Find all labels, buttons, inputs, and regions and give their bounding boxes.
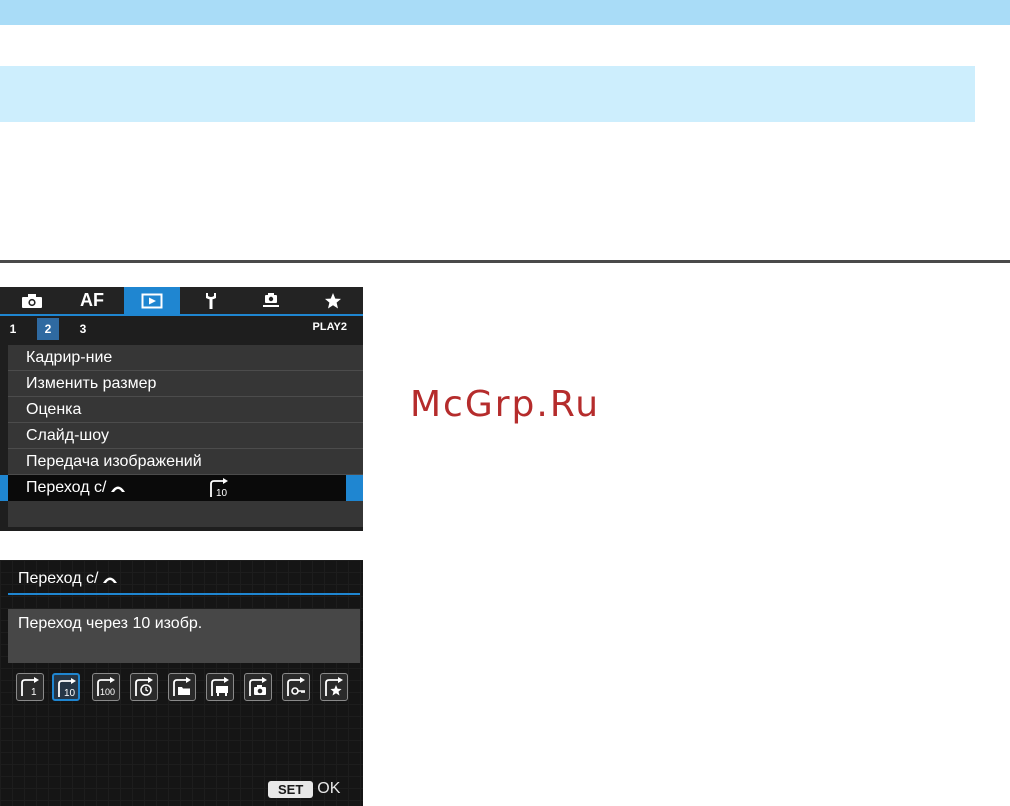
jump-settings-screen: Переход с/ Переход через 10 изобр. 1 10 …: [0, 560, 363, 806]
jump-1-icon: 1: [21, 677, 39, 697]
jump-movies-icon: [211, 677, 229, 696]
option-number: 10: [64, 688, 76, 698]
jump-protected-icon: [287, 677, 305, 696]
set-key-label: SET: [268, 780, 314, 798]
svg-text:10: 10: [216, 488, 228, 498]
tab-playback[interactable]: [124, 287, 180, 314]
jump-folder-icon: [173, 677, 191, 696]
jump-rating-icon: [325, 677, 343, 696]
option-jump-protected[interactable]: [282, 673, 310, 701]
main-dial-icon: [111, 486, 126, 492]
option-jump-1[interactable]: 1: [16, 673, 44, 701]
subtab-2[interactable]: 2: [37, 318, 59, 340]
page-label: PLAY2: [312, 321, 347, 333]
option-jump-date[interactable]: [130, 673, 158, 701]
watermark-text: McGrp.Ru: [410, 384, 601, 425]
tab-my-menu[interactable]: [318, 287, 348, 314]
option-jump-100[interactable]: 100: [92, 673, 120, 701]
tab-af-label: AF: [80, 290, 104, 310]
menu-item-crop[interactable]: Кадрир-ние: [8, 345, 363, 371]
detail-title-text: Переход с/: [18, 570, 99, 587]
menu-item-label: Передача изображений: [26, 452, 202, 470]
divider: [0, 260, 1010, 263]
title-underline: [8, 593, 360, 595]
playback-icon: [141, 293, 163, 308]
description-box: Переход через 10 изобр.: [8, 609, 360, 663]
menu-item-label: Слайд-шоу: [26, 426, 109, 444]
menu-item-resize[interactable]: Изменить размер: [8, 371, 363, 397]
jump-stills-icon: [249, 677, 267, 696]
menu-item-rating[interactable]: Оценка: [8, 397, 363, 423]
description-text: Переход через 10 изобр.: [18, 615, 203, 632]
set-ok-button[interactable]: SET OK: [268, 778, 352, 800]
menu-item-label: Оценка: [26, 400, 82, 418]
subtab-1[interactable]: 1: [2, 318, 24, 340]
option-jump-stills[interactable]: [244, 673, 272, 701]
section-banner: [0, 66, 975, 122]
menu-list: Кадрир-ние Изменить размер Оценка Слайд-…: [0, 345, 363, 527]
menu-item-image-transfer[interactable]: Передача изображений: [8, 449, 363, 475]
menu-item-label: Переход с/: [26, 478, 107, 496]
wrench-icon: [206, 292, 216, 309]
tab-shooting[interactable]: [14, 287, 50, 314]
jump-options: 1 10 100: [16, 673, 361, 705]
menu-item-image-jump[interactable]: Переход с/ 10: [0, 475, 363, 503]
option-jump-movies[interactable]: [206, 673, 234, 701]
custom-functions-icon: [263, 292, 279, 307]
jump-10-icon: 10: [210, 478, 228, 499]
option-number: 100: [100, 687, 115, 697]
jump-date-icon: [135, 677, 153, 696]
tab-custom[interactable]: [256, 287, 286, 314]
detail-title: Переход с/: [18, 570, 118, 588]
camera-icon: [22, 293, 42, 308]
menu-item-label: Изменить размер: [26, 374, 157, 392]
menu-item-slideshow[interactable]: Слайд-шоу: [8, 423, 363, 449]
tab-setup[interactable]: [196, 287, 226, 314]
selected-value: 10: [208, 478, 230, 503]
subtab-3[interactable]: 3: [72, 318, 94, 340]
sub-tab-bar: 1 2 3 PLAY2: [0, 316, 363, 340]
ok-label: OK: [317, 780, 341, 797]
menu-empty-row: [8, 501, 363, 527]
option-number: 1: [31, 687, 37, 697]
star-icon: [325, 292, 341, 308]
option-jump-rating[interactable]: [320, 673, 348, 701]
jump-10-icon: 10: [58, 678, 76, 698]
menu-screen: AF 1 2 3 PLAY2 Кадрир-ние Изменить разме…: [0, 287, 363, 531]
jump-100-icon: 100: [97, 677, 115, 697]
top-banner: [0, 0, 1010, 25]
tab-af[interactable]: AF: [70, 287, 114, 314]
menu-item-label: Кадрир-ние: [26, 348, 113, 366]
menu-tab-bar: AF: [0, 287, 363, 314]
option-jump-folder[interactable]: [168, 673, 196, 701]
main-dial-icon: [103, 577, 118, 583]
option-jump-10[interactable]: 10: [52, 673, 80, 701]
